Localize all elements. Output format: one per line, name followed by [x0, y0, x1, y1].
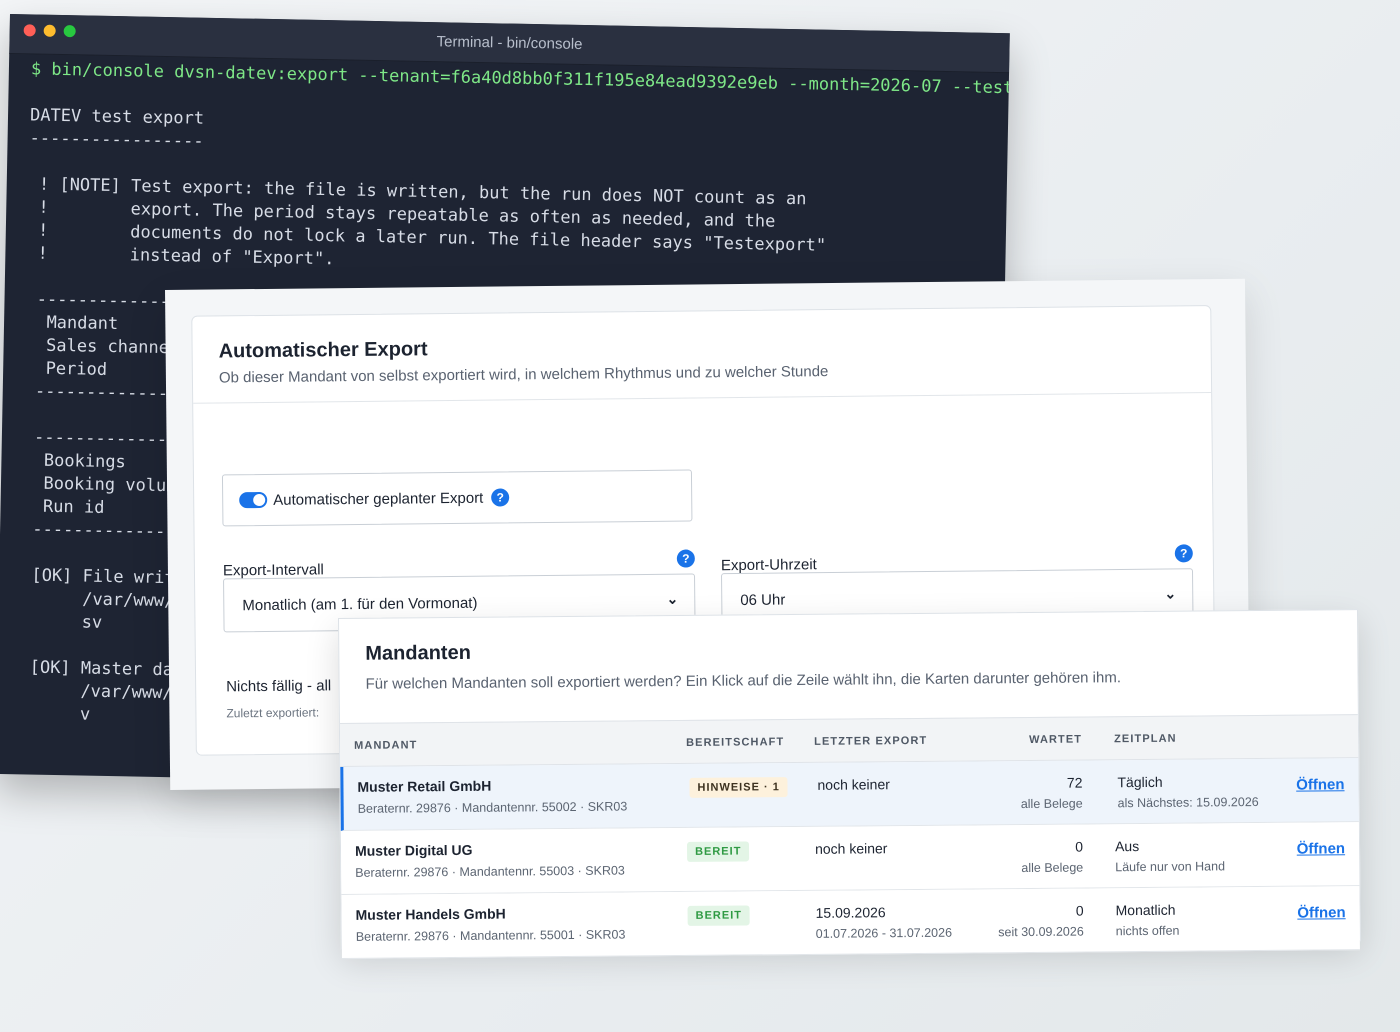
mandanten-panel: Mandanten Für welchen Mandanten soll exp… — [338, 609, 1361, 959]
open-link[interactable]: Öffnen — [1296, 776, 1344, 793]
waiting-detail: seit 30.09.2026 — [998, 924, 1084, 940]
last-export: noch keiner — [817, 776, 890, 793]
open-link[interactable]: Öffnen — [1297, 904, 1345, 921]
table-row[interactable]: Muster Handels GmbH Beraternr. 29876 · M… — [341, 886, 1360, 959]
export-card-title: Automatischer Export — [218, 338, 428, 363]
export-status-text: Nichts fällig - all — [226, 677, 332, 696]
schedule: Täglich — [1117, 773, 1163, 791]
column-header-wartet: WARTET — [1028, 733, 1083, 746]
help-icon[interactable]: ? — [491, 488, 510, 507]
mandant-name: Muster Retail GmbH — [357, 777, 492, 795]
auto-export-toggle-box: Automatischer geplanter Export ? — [221, 469, 693, 527]
mandanten-title: Mandanten — [365, 641, 471, 665]
time-help-icon[interactable]: ? — [1174, 544, 1193, 563]
column-header-letzter-export: LETZTER EXPORT — [814, 734, 928, 748]
interval-help-icon[interactable]: ? — [676, 549, 695, 568]
waiting-count: 0 — [1075, 902, 1084, 919]
schedule: Aus — [1114, 838, 1140, 855]
schedule: Monatlich — [1115, 901, 1176, 919]
mandant-meta: Beraternr. 29876 · Mandantennr. 55003 · … — [355, 863, 625, 880]
terminal-title: Terminal - bin/console — [436, 33, 583, 53]
open-link[interactable]: Öffnen — [1297, 840, 1345, 857]
status-badge: BEREIT — [687, 905, 751, 926]
column-header-bereitschaft: BEREITSCHAFT — [686, 736, 785, 749]
mandanten-subtitle: Für welchen Mandanten soll exportiert we… — [365, 669, 1122, 693]
mandant-meta: Beraternr. 29876 · Mandantennr. 55002 · … — [357, 799, 628, 816]
chevron-down-icon: ⌄ — [666, 590, 679, 607]
table-row[interactable]: Muster Digital UG Beraternr. 29876 · Man… — [340, 822, 1360, 895]
mandant-meta: Beraternr. 29876 · Mandantennr. 55001 · … — [355, 927, 626, 944]
auto-export-toggle-label: Automatischer geplanter Export — [273, 489, 484, 509]
status-badge: HINWEISE · 1 — [689, 777, 788, 798]
column-header-zeitplan: ZEITPLAN — [1114, 732, 1177, 746]
export-card-subtitle: Ob dieser Mandant von selbst exportiert … — [218, 363, 829, 387]
waiting-detail: alle Belege — [1020, 796, 1083, 812]
time-select-value: 06 Uhr — [740, 591, 786, 609]
interval-select-value: Monatlich (am 1. für den Vormonat) — [242, 594, 478, 614]
chevron-down-icon: ⌄ — [1164, 585, 1177, 602]
waiting-count: 0 — [1075, 838, 1084, 855]
mandanten-header: Mandanten Für welchen Mandanten soll exp… — [339, 610, 1358, 709]
last-export-range: 01.07.2026 - 31.07.2026 — [815, 925, 953, 941]
column-header-mandant: MANDANT — [354, 739, 418, 752]
waiting-count: 72 — [1066, 774, 1083, 791]
auto-export-switch[interactable] — [239, 491, 268, 509]
last-exported-text: Zuletzt exportiert: — [226, 705, 320, 721]
last-export: noch keiner — [814, 840, 888, 857]
schedule-detail: nichts offen — [1115, 923, 1180, 939]
schedule-detail: Läufe nur von Hand — [1115, 859, 1226, 875]
export-card-header: Automatischer Export Ob dieser Mandant v… — [192, 306, 1212, 404]
last-export: 15.09.2026 — [815, 904, 886, 921]
status-badge: BEREIT — [686, 841, 750, 862]
schedule-detail: als Nächstes: 15.09.2026 — [1117, 794, 1259, 811]
mandant-name: Muster Handels GmbH — [355, 905, 506, 923]
waiting-detail: alle Belege — [1021, 860, 1084, 876]
table-row[interactable]: Muster Retail GmbH Beraternr. 29876 · Ma… — [340, 758, 1359, 831]
mandant-name: Muster Digital UG — [354, 841, 473, 859]
